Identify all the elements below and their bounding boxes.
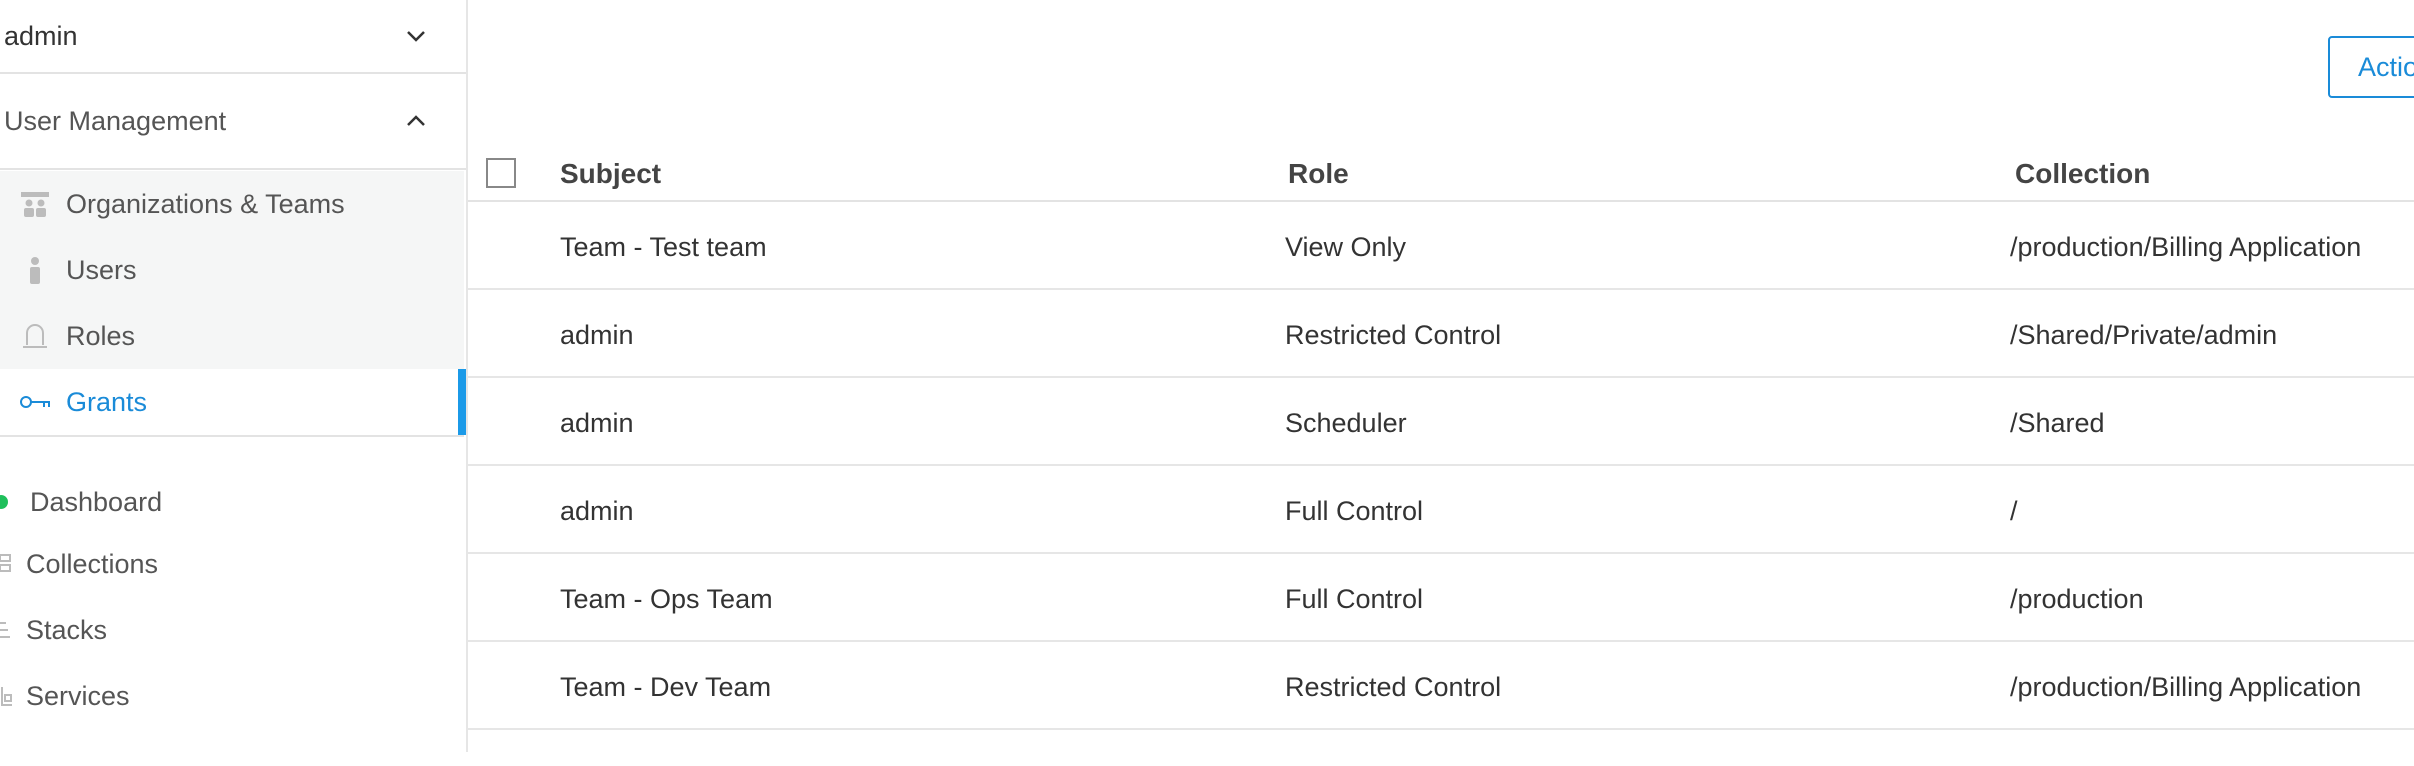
user-icon — [30, 257, 40, 284]
table-row[interactable]: admin Restricted Control /Shared/Private… — [468, 290, 2414, 378]
column-header-subject[interactable]: Subject — [560, 158, 661, 190]
cell-subject: Team - Test team — [560, 232, 767, 262]
nav-item-dashboard[interactable]: Dashboard — [0, 472, 464, 532]
cell-collection: /production/Billing Application — [2010, 672, 2362, 702]
chevron-down-icon — [407, 31, 425, 42]
cell-collection: /Shared — [2010, 408, 2105, 438]
cell-subject: Team - Dev Team — [560, 672, 772, 702]
table-row[interactable]: admin Full Control / — [468, 466, 2414, 554]
table-row[interactable]: Team - Test team View Only /production/B… — [468, 202, 2414, 290]
user-management-section[interactable]: User Management — [0, 74, 466, 170]
nav-item-partial[interactable] — [0, 726, 464, 766]
cell-role: Full Control — [1285, 496, 1424, 526]
actions-button[interactable]: Actio — [2328, 36, 2414, 98]
cell-role: View Only — [1285, 232, 1407, 262]
stacks-icon — [0, 622, 10, 638]
active-indicator — [458, 369, 466, 435]
user-menu-label: admin — [4, 20, 78, 51]
cell-collection: / — [2010, 496, 2018, 526]
sidebar: admin User Management Organizations & Te… — [0, 0, 468, 752]
cell-role: Restricted Control — [1285, 320, 1502, 350]
nav-item-services[interactable]: Services — [0, 666, 464, 726]
sidebar-item-roles[interactable]: Roles — [0, 303, 464, 369]
roles-icon — [23, 324, 47, 348]
cell-subject: admin — [560, 320, 634, 350]
sidebar-item-organizations-teams[interactable]: Organizations & Teams — [0, 171, 464, 237]
nav-item-label: Dashboard — [30, 486, 163, 517]
nav-item-label: Collections — [26, 548, 159, 579]
select-all-checkbox[interactable] — [486, 158, 516, 188]
cell-subject: Team - Ops Team — [560, 584, 773, 614]
sidebar-item-label: Organizations & Teams — [66, 188, 345, 219]
sidebar-item-label: Grants — [66, 386, 148, 417]
sidebar-item-label: Users — [66, 254, 137, 285]
sidebar-item-grants[interactable]: Grants — [0, 369, 466, 437]
cell-collection: /production — [2010, 584, 2144, 614]
services-icon — [1, 687, 12, 706]
nav-item-label: Stacks — [26, 614, 108, 645]
collections-icon — [0, 554, 11, 572]
table-row[interactable]: admin Scheduler /Shared — [468, 378, 2414, 466]
cell-role: Restricted Control — [1285, 672, 1502, 702]
key-icon — [20, 396, 50, 408]
actions-button-label: Actio — [2358, 51, 2414, 82]
column-header-collection[interactable]: Collection — [2015, 158, 2150, 190]
sidebar-item-users[interactable]: Users — [0, 237, 464, 303]
cell-collection: /production/Billing Application — [2010, 232, 2362, 262]
cell-subject: admin — [560, 496, 634, 526]
user-menu[interactable]: admin — [0, 0, 466, 74]
dashboard-dot-icon — [0, 495, 8, 509]
nav-item-label-partial — [26, 742, 86, 762]
nav-item-label: Services — [26, 680, 130, 711]
sidebar-item-label: Roles — [66, 320, 136, 351]
nav-item-stacks[interactable]: Stacks — [0, 600, 464, 660]
chevron-up-icon — [407, 115, 425, 126]
table-row[interactable]: Team - Dev Team Restricted Control /prod… — [468, 642, 2414, 730]
cell-collection: /Shared/Private/admin — [2010, 320, 2278, 350]
column-header-role[interactable]: Role — [1288, 158, 1349, 190]
user-management-submenu: Organizations & Teams Users Roles — [0, 171, 464, 369]
cell-subject: admin — [560, 408, 634, 438]
user-management-label: User Management — [4, 105, 227, 136]
cell-role: Full Control — [1285, 584, 1424, 614]
table-header: Subject Role Collection — [468, 140, 2414, 202]
cell-role: Scheduler — [1285, 408, 1407, 438]
table-row[interactable]: Team - Ops Team Full Control /production — [468, 554, 2414, 642]
organizations-icon — [21, 192, 49, 217]
nav-item-collections[interactable]: Collections — [0, 534, 464, 594]
